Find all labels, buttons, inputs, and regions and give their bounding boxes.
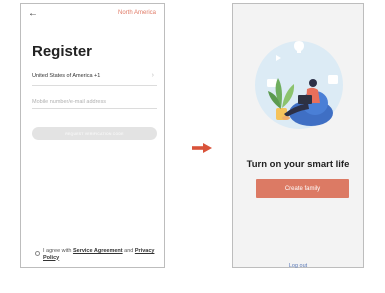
agreement-checkbox[interactable] <box>35 251 40 256</box>
page-title: Register <box>32 43 93 60</box>
agreement-and: and <box>124 248 134 254</box>
register-screen: ← North America Register United States o… <box>20 3 165 268</box>
country-code-value: United States of America +1 <box>32 73 101 79</box>
tagline: Turn on your smart life <box>246 159 350 170</box>
request-verification-code-button[interactable]: REQUEST VERIFICATION CODE <box>32 127 157 140</box>
agreement-prefix: I agree with <box>43 248 72 254</box>
smart-life-illustration <box>255 41 343 129</box>
back-arrow-icon[interactable]: ← <box>28 9 38 19</box>
account-input[interactable] <box>32 96 157 109</box>
agreement-text: I agree with Service Agreement and Priva… <box>43 248 160 261</box>
region-selector[interactable]: North America <box>118 10 156 16</box>
country-code-selector[interactable]: United States of America +1 › <box>32 72 157 86</box>
service-agreement-link[interactable]: Service Agreement <box>73 248 123 254</box>
right-arrow-icon <box>192 143 212 153</box>
create-family-button[interactable]: Create family <box>256 179 349 198</box>
logout-link[interactable]: Log out <box>233 263 363 269</box>
chevron-right-icon: › <box>151 72 154 79</box>
smart-life-home-screen: Turn on your smart life Create family Lo… <box>232 3 364 269</box>
